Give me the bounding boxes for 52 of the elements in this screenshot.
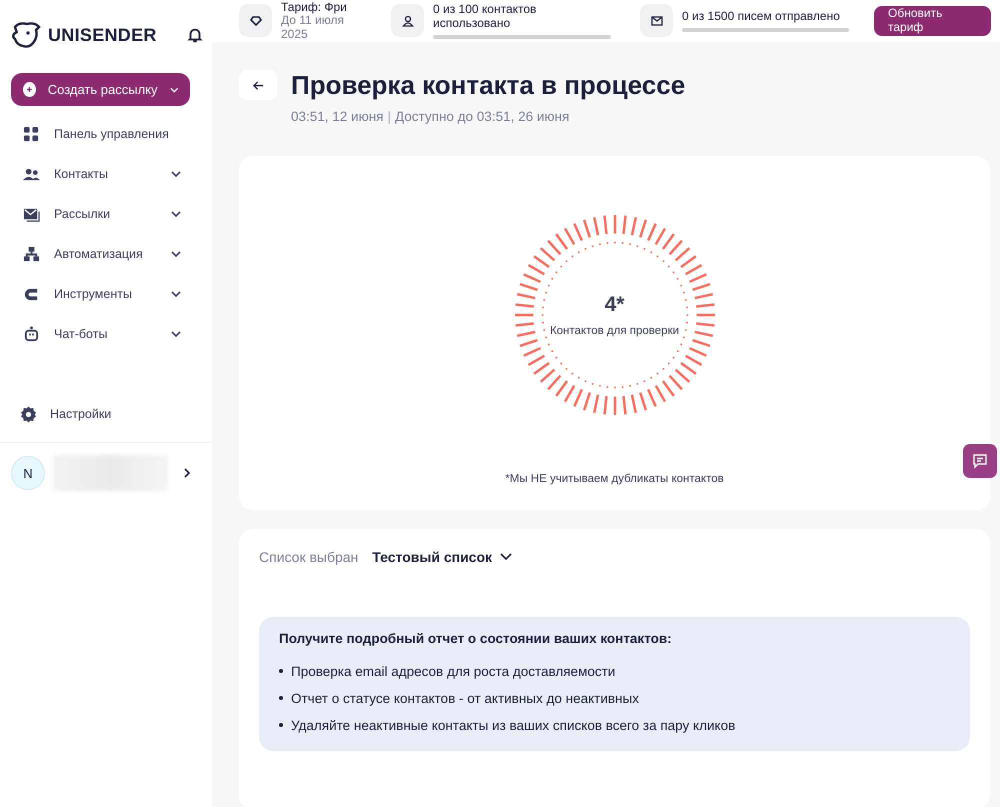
envelope-icon [640,4,673,38]
available-until: Доступно до 03:51, 26 июня [395,108,570,124]
sidebar-item[interactable]: Контакты [0,154,212,194]
upgrade-plan-button[interactable]: Обновить тариф [874,6,991,36]
create-mailing-button[interactable]: Создать рассылку [11,73,190,106]
arrow-left-icon [252,80,264,90]
plan-title: Тариф: Фри [281,0,348,14]
sidebar-item[interactable]: Панель управления [0,114,212,154]
bullet-text: Проверка email адресов для роста доставляемости [291,664,616,679]
info-title: Получите подробный отчет о состоянии ваших контактов: [279,630,673,646]
logo-text: UNISENDER [48,24,157,46]
settings-item[interactable]: Настройки [0,394,212,434]
plus-circle-icon [23,82,36,97]
chevron-down-icon [171,211,181,217]
page-title: Проверка контакта в процессе [291,70,686,101]
person-icon [391,4,424,38]
bullet-icon [279,723,283,728]
chevron-right-icon[interactable] [184,468,190,478]
grid-icon [23,126,40,142]
created-date: 03:51, 12 июня [291,108,384,124]
sidebar-item[interactable]: Рассылки [0,194,212,234]
count-caption: Контактов для проверки [550,324,680,337]
chevron-down-icon [500,553,512,560]
list-label: Список выбран [259,548,358,565]
chevron-down-icon [170,86,178,92]
plan-expiry: До 11 июля 2025 [281,14,344,42]
list-dropdown[interactable]: Тестовый список [372,548,512,565]
chevron-down-icon [171,251,181,257]
chevron-down-icon [171,331,181,337]
bullet-text: Отчет о статусе контактов - от активных до неактивных [291,690,639,706]
usage-text: 0 из 1500 писем отправлено [682,10,841,24]
sidebar-item[interactable]: Автоматизация [0,234,212,274]
chat-button[interactable] [963,444,997,478]
usage-text: 0 из 100 контактов использовано [433,3,538,31]
hierarchy-icon [23,246,40,262]
chevron-down-icon [171,171,181,177]
back-button[interactable] [239,70,277,100]
robot-icon [23,326,40,342]
contacts-count: 4* [604,292,624,317]
bullet-text: Удаляйте неактивные контакты из ваших списков всего за пару кликов [291,718,736,733]
duplicates-note: *Мы НЕ учитываем дубликаты контактов [505,472,724,485]
bullet-icon [279,696,283,700]
sidebar-item[interactable]: Чат-боты [0,314,212,354]
chat-icon [972,453,988,469]
sidebar-item[interactable]: Инструменты [0,274,212,314]
separator: | [387,108,391,124]
diamond-icon [239,4,272,38]
chevron-down-icon [171,291,181,297]
bullet-icon [279,669,283,674]
user-avatar[interactable]: N [11,456,45,490]
bell-icon[interactable] [186,26,204,44]
settings-icon [20,406,37,422]
